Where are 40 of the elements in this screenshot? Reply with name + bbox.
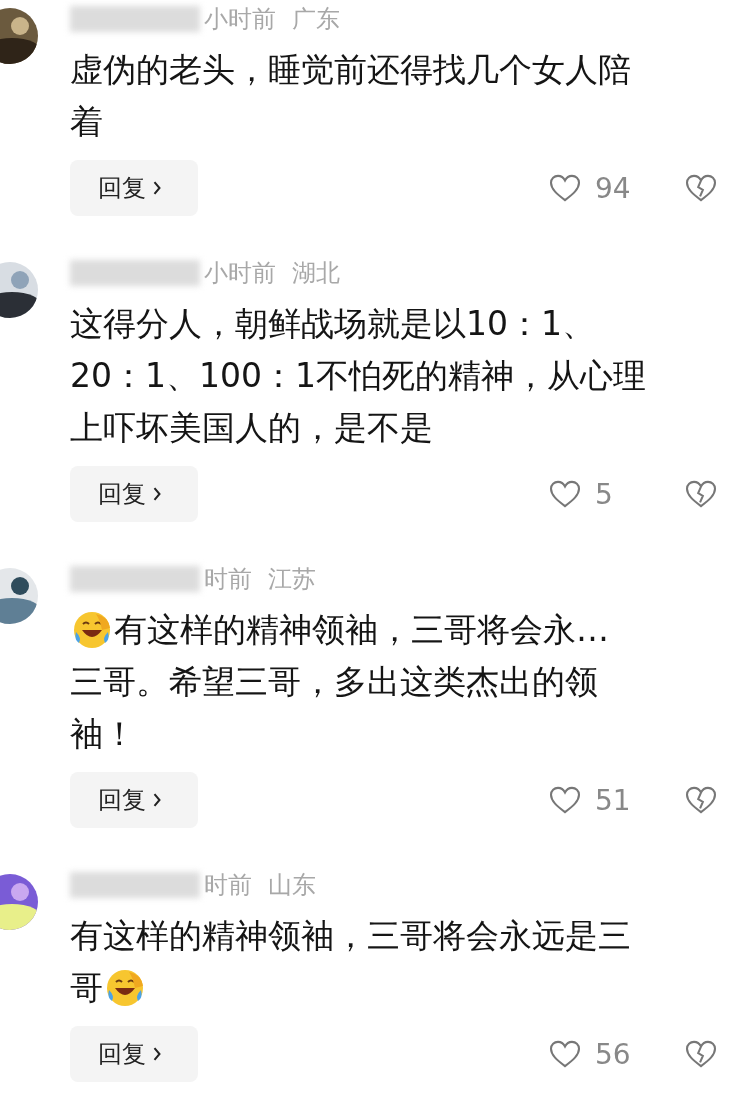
chevron-icon	[152, 179, 162, 197]
broken-heart-icon[interactable]	[685, 480, 717, 508]
heart-icon[interactable]	[549, 174, 581, 202]
like-count: 5	[595, 477, 614, 511]
heart-icon[interactable]	[549, 786, 581, 814]
comment-location: 江苏	[268, 564, 316, 595]
comment-text: 20：1、100：1不怕死的精神，从心理	[70, 354, 646, 397]
comment-text: 着	[70, 100, 103, 143]
comment-location: 山东	[268, 870, 316, 901]
comment-text: 哥	[70, 966, 103, 1009]
laughing-emoji-icon	[105, 968, 145, 1008]
comment-text: 有这样的精神领袖，三哥将会永远是三	[70, 914, 631, 957]
laughing-emoji-icon	[72, 610, 112, 650]
like-count: 51	[595, 783, 632, 817]
reply-button[interactable]: 回复	[70, 466, 198, 522]
reply-button[interactable]: 回复	[70, 772, 198, 828]
reply-button[interactable]: 回复	[70, 160, 198, 216]
comment-text: 袖！	[70, 712, 136, 755]
broken-heart-icon[interactable]	[685, 1040, 717, 1068]
heart-icon[interactable]	[549, 1040, 581, 1068]
comment-text: 有这样的精神领袖，三哥将会永…	[114, 608, 609, 651]
comment-location: 湖北	[292, 258, 340, 289]
comment-time: 时前	[204, 564, 252, 595]
comment-text: 虚伪的老头，睡觉前还得找几个女人陪	[70, 48, 631, 91]
broken-heart-icon[interactable]	[685, 786, 717, 814]
comment-text: 三哥。希望三哥，多出这类杰出的领	[70, 660, 598, 703]
heart-icon[interactable]	[549, 480, 581, 508]
chevron-icon	[152, 1045, 162, 1063]
broken-heart-icon[interactable]	[685, 174, 717, 202]
like-count: 56	[595, 1037, 632, 1071]
like-count: 94	[595, 171, 632, 205]
comment-text: 上吓坏美国人的，是不是	[70, 406, 433, 449]
reply-button[interactable]: 回复	[70, 1026, 198, 1082]
comment-location: 广东	[292, 4, 340, 35]
comment-time: 小时前	[204, 4, 276, 35]
chevron-icon	[152, 791, 162, 809]
chevron-icon	[152, 485, 162, 503]
comment-time: 时前	[204, 870, 252, 901]
comment-text: 这得分人，朝鲜战场就是以10：1、	[70, 302, 595, 345]
comment-time: 小时前	[204, 258, 276, 289]
